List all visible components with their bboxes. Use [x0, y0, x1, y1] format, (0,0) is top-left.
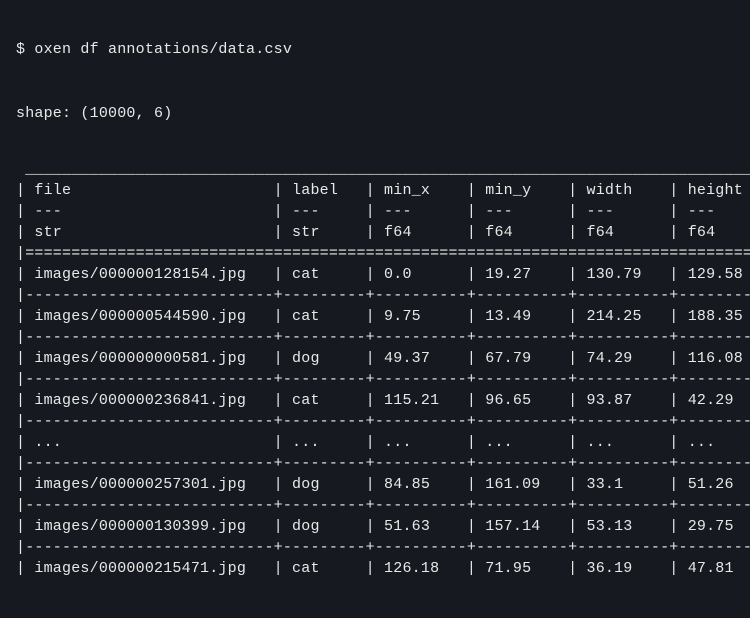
- prompt-symbol: $: [16, 41, 25, 58]
- shape-line: shape: (10000, 6): [16, 103, 734, 124]
- terminal-output: $ oxen df annotations/data.csv shape: (1…: [0, 0, 750, 618]
- prompt-line: $ oxen df annotations/data.csv: [16, 39, 734, 60]
- dataframe-table: ________________________________________…: [16, 159, 734, 579]
- command-text: oxen df annotations/data.csv: [34, 41, 292, 58]
